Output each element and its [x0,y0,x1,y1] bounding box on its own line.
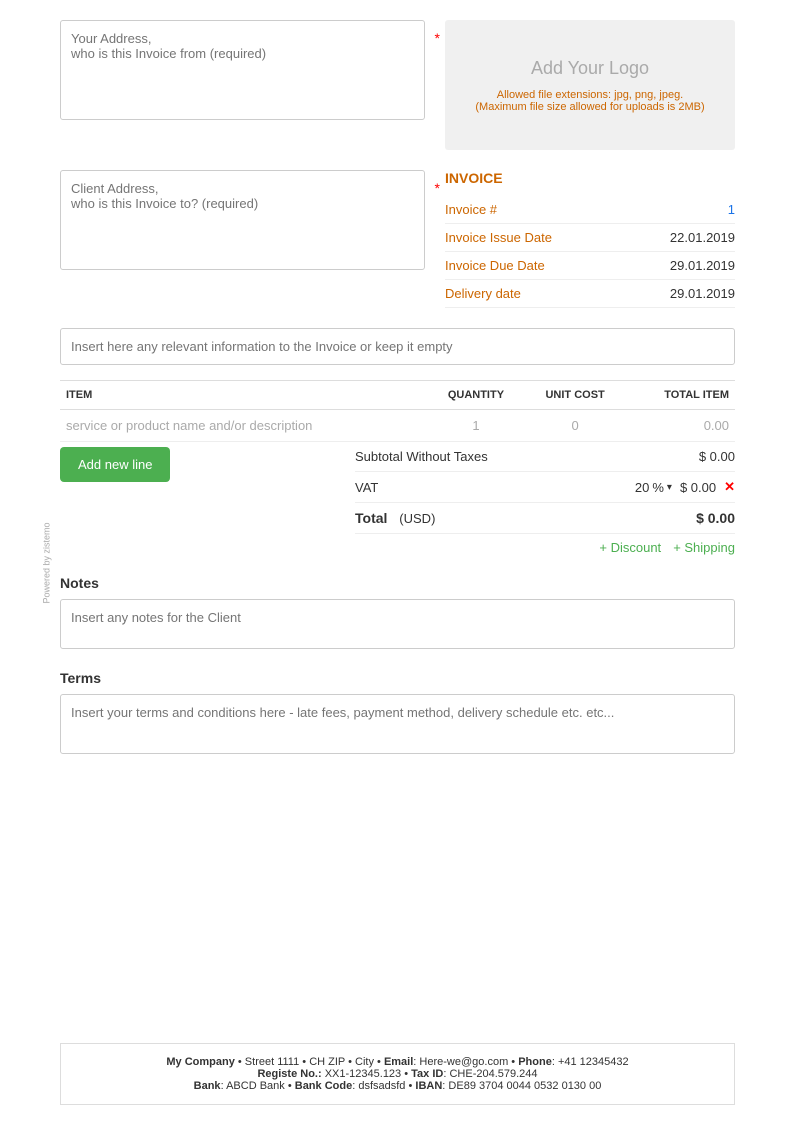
vat-value: $ 0.00 [680,480,716,495]
discount-link[interactable]: + Discount [599,540,661,555]
invoice-label: INVOICE [445,170,735,186]
footer-email: Here-we@go.com [419,1056,508,1068]
total-label: Total (USD) [355,510,435,526]
notes-section: Notes [60,575,735,652]
vat-percent: 20 % ▾ [635,480,672,495]
invoice-row-number: Invoice # 1 [445,196,735,224]
address-required-star: * [435,30,440,46]
notes-label: Notes [60,575,735,591]
invoice-row-due-date: Invoice Due Date 29.01.2019 [445,252,735,280]
footer-zip-city: CH ZIP • City [309,1056,374,1068]
footer-line2: Registe No.: XX1-12345.123 • Tax ID: CHE… [77,1068,718,1080]
footer-email-label: Email [384,1056,413,1068]
invoice-issue-date-value: 22.01.2019 [670,230,735,245]
terms-section: Terms [60,670,735,757]
terms-label: Terms [60,670,735,686]
footer-tax-label: Tax ID [411,1068,443,1080]
table-row: service or product name and/or descripti… [60,410,735,442]
footer-bank-label: Bank [194,1080,221,1092]
invoice-due-date-value: 29.01.2019 [670,258,735,273]
subtotal-value: $ 0.00 [699,449,735,464]
footer-tax: CHE-204.579.244 [449,1068,537,1080]
address-input[interactable] [60,20,425,120]
footer-line3: Bank: ABCD Bank • Bank Code: dsfsadsfd •… [77,1080,718,1092]
col-total-item: TOTAL ITEM [626,381,735,410]
footer-registe: XX1-12345.123 [325,1068,401,1080]
item-total: 0.00 [626,410,735,442]
vat-left: VAT [355,480,378,495]
vat-percent-value[interactable]: 20 [635,480,649,495]
footer: My Company • Street 1111 • CH ZIP • City… [60,1043,735,1105]
invoice-issue-date-label: Invoice Issue Date [445,230,552,245]
vat-delete-button[interactable]: ✕ [724,479,735,495]
invoice-section: * INVOICE Invoice # 1 Invoice Issue Date… [60,170,735,308]
col-item: ITEM [60,381,427,410]
item-unit-cost[interactable]: 0 [524,410,625,442]
footer-bank-code: dsfsadsfd [358,1080,405,1092]
total-value: $ 0.00 [696,510,735,526]
description-input[interactable] [60,328,735,365]
discount-shipping-row: + Discount + Shipping [355,534,735,555]
logo-allowed-text: Allowed file extensions: jpg, png, jpeg.… [475,89,704,113]
invoice-delivery-date-value: 29.01.2019 [670,286,735,301]
left-bottom: Add new line [60,442,335,482]
subtotal-label: Subtotal Without Taxes [355,449,488,464]
powered-by-label: Powered by zistemo [42,522,52,603]
footer-phone: +41 12345432 [558,1056,629,1068]
invoice-number-value: 1 [728,202,735,217]
footer-phone-label: Phone [518,1056,552,1068]
invoice-row-delivery-date: Delivery date 29.01.2019 [445,280,735,308]
percent-sign: % [652,480,664,495]
subtotal-row: Subtotal Without Taxes $ 0.00 [355,442,735,472]
vat-row: VAT 20 % ▾ $ 0.00 ✕ [355,472,735,503]
item-description[interactable]: service or product name and/or descripti… [60,410,427,442]
footer-line1: My Company • Street 1111 • CH ZIP • City… [77,1056,718,1068]
items-table: ITEM QUANTITY UNIT COST TOTAL ITEM servi… [60,380,735,442]
logo-title: Add Your Logo [531,58,649,79]
invoice-delivery-date-label: Delivery date [445,286,521,301]
client-address-input[interactable] [60,170,425,270]
invoice-number-label: Invoice # [445,202,497,217]
vat-dropdown-arrow[interactable]: ▾ [667,482,672,493]
footer-bank-code-label: Bank Code [295,1080,352,1092]
col-unit-cost: UNIT COST [524,381,625,410]
footer-company: My Company [166,1056,234,1068]
logo-block[interactable]: Add Your Logo Allowed file extensions: j… [445,20,735,150]
bottom-section: Add new line Subtotal Without Taxes $ 0.… [60,442,735,555]
footer-bank: ABCD Bank [226,1080,285,1092]
vat-label: VAT [355,480,378,495]
client-address-block: * [60,170,425,308]
right-bottom: Subtotal Without Taxes $ 0.00 VAT 20 % ▾… [355,442,735,555]
invoice-details: INVOICE Invoice # 1 Invoice Issue Date 2… [445,170,735,308]
address-block: * [60,20,425,123]
invoice-row-issue-date: Invoice Issue Date 22.01.2019 [445,224,735,252]
col-quantity: QUANTITY [427,381,524,410]
add-new-line-button[interactable]: Add new line [60,447,170,482]
notes-input[interactable] [60,599,735,649]
invoice-due-date-label: Invoice Due Date [445,258,545,273]
total-currency: (USD) [399,511,435,526]
top-section: * Add Your Logo Allowed file extensions:… [60,20,735,150]
footer-iban: DE89 3704 0044 0532 0130 00 [448,1080,601,1092]
total-row: Total (USD) $ 0.00 [355,503,735,534]
item-quantity[interactable]: 1 [427,410,524,442]
client-required-star: * [435,180,440,196]
shipping-link[interactable]: + Shipping [673,540,735,555]
vat-right: 20 % ▾ $ 0.00 ✕ [635,479,735,495]
footer-registe-label: Registe No.: [257,1068,321,1080]
footer-iban-label: IBAN [415,1080,442,1092]
footer-street: Street 1111 [245,1056,299,1068]
terms-input[interactable] [60,694,735,754]
